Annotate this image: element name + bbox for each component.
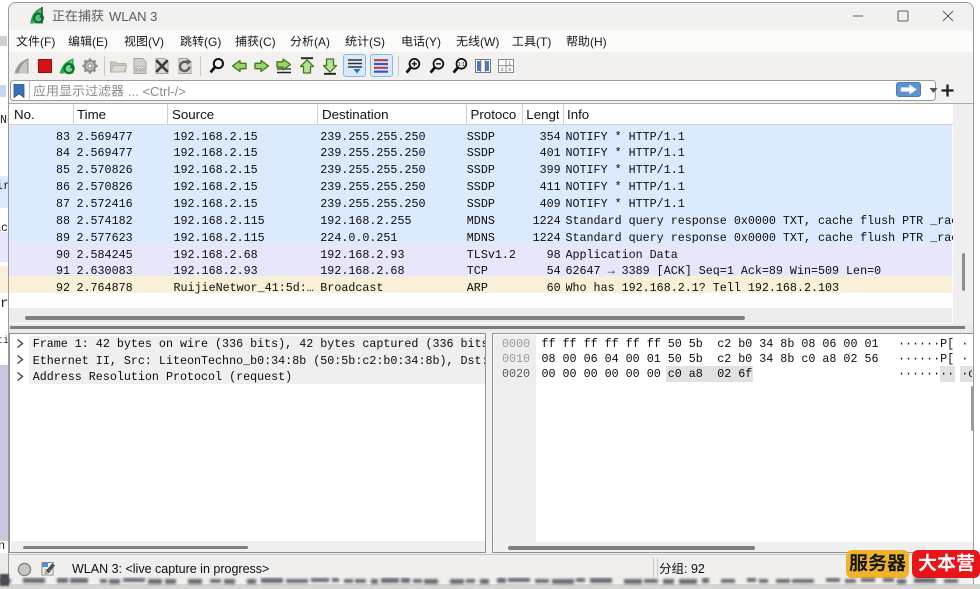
svg-text:010: 010 xyxy=(136,67,144,72)
svg-text:1: 1 xyxy=(508,61,511,66)
svg-text:1:1: 1:1 xyxy=(458,62,465,68)
svg-text:3: 3 xyxy=(508,67,511,72)
svg-text:2: 2 xyxy=(501,67,504,72)
